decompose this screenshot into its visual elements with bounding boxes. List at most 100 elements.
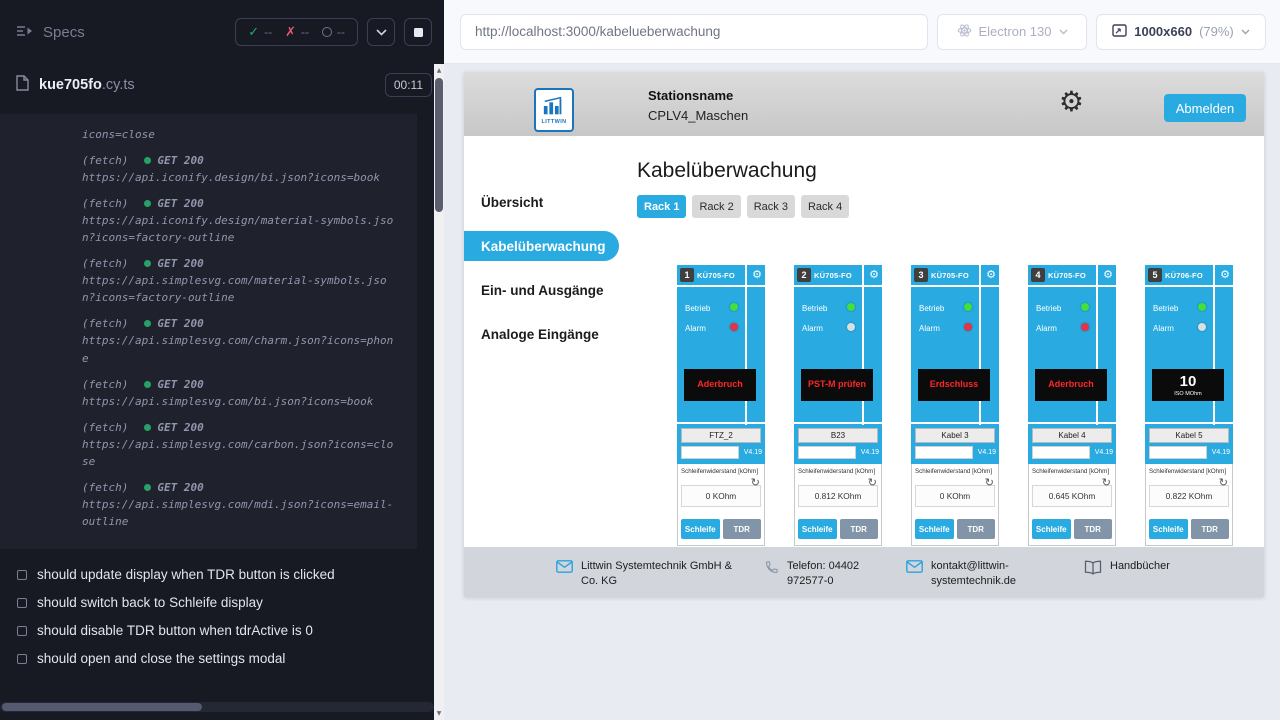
footer-manuals-text: Handbücher (1110, 559, 1170, 575)
station-name: CPLV4_Maschen (648, 108, 748, 123)
device-model: KÜ705-FO (931, 271, 969, 280)
resistance-value: 0.822 KOhm (1149, 485, 1229, 507)
application-under-test: LITTWIN Stationsname CPLV4_Maschen ⚙ Abm… (464, 72, 1264, 597)
stop-button[interactable] (404, 18, 432, 46)
slot-number: 1 (680, 268, 694, 282)
divider (1145, 285, 1233, 287)
schleife-button[interactable]: Schleife (798, 519, 837, 539)
test-item[interactable]: should update display when TDR button is… (0, 561, 444, 589)
spec-file-row[interactable]: kue705fo.cy.ts 00:11 (0, 64, 444, 106)
schleife-button[interactable]: Schleife (681, 519, 720, 539)
device-gear-icon[interactable]: ⚙ (869, 269, 879, 280)
measurement-panel: Schleifenwiderstand [kOhm] ↻ 0 KOhm Schl… (911, 464, 999, 546)
log-entry[interactable]: (fetch)GET 200 https://api.iconify.desig… (82, 152, 407, 186)
device-gear-icon[interactable]: ⚙ (1103, 269, 1113, 280)
refresh-icon[interactable]: ↻ (868, 477, 877, 488)
slot-number: 5 (1148, 268, 1162, 282)
tdr-button[interactable]: TDR (957, 519, 996, 539)
spec-timer: 00:11 (385, 73, 432, 97)
test-box-icon (17, 570, 27, 580)
sidebar-item-analoge-eingaenge[interactable]: Analoge Eingänge (464, 319, 619, 349)
tab-rack-4[interactable]: Rack 4 (801, 195, 849, 218)
refresh-icon[interactable]: ↻ (985, 477, 994, 488)
schleife-button[interactable]: Schleife (1032, 519, 1071, 539)
tdr-button[interactable]: TDR (1074, 519, 1113, 539)
tab-rack-1[interactable]: Rack 1 (637, 195, 686, 218)
device-cards: 1 KÜ705-FO ⚙ Betrieb Alarm Aderbruch FTZ… (677, 265, 1264, 546)
test-item[interactable]: should open and close the settings modal (0, 645, 444, 673)
alarm-led (964, 323, 972, 331)
schleife-button[interactable]: Schleife (1149, 519, 1188, 539)
log-entry[interactable]: (fetch)GET 200 https://api.simplesvg.com… (82, 315, 407, 366)
divider (1028, 285, 1116, 287)
sidebar-item-uebersicht[interactable]: Übersicht (464, 187, 619, 217)
device-gear-icon[interactable]: ⚙ (1220, 269, 1230, 280)
divider (1145, 422, 1233, 424)
status-display: 10 ISO MOhm (1152, 369, 1224, 401)
refresh-icon[interactable]: ↻ (1102, 477, 1111, 488)
collapse-button[interactable] (367, 18, 395, 46)
tab-rack-2[interactable]: Rack 2 (692, 195, 740, 218)
refresh-icon[interactable]: ↻ (1219, 477, 1228, 488)
divider (794, 285, 882, 287)
tab-rack-3[interactable]: Rack 3 (747, 195, 795, 218)
success-dot-icon (144, 200, 151, 207)
firmware-version: V4.19 (1212, 449, 1230, 456)
vertical-scrollbar[interactable]: ▲ ▼ (434, 64, 444, 720)
betrieb-label: Betrieb (802, 304, 827, 313)
betrieb-led (847, 303, 855, 311)
device-gear-icon[interactable]: ⚙ (752, 269, 762, 280)
footer-company: Littwin Systemtechnik GmbH & Co. KG (556, 559, 752, 589)
email-icon (556, 560, 573, 573)
success-dot-icon (144, 260, 151, 267)
specs-label: Specs (43, 24, 85, 41)
scroll-up-arrow[interactable]: ▲ (434, 67, 444, 74)
divider (677, 422, 765, 424)
device-front: 2 KÜ705-FO ⚙ Betrieb Alarm PST-M prüfen … (794, 265, 882, 464)
footer-manuals[interactable]: Handbücher (1084, 559, 1214, 575)
resistance-value: 0.812 KOhm (798, 485, 878, 507)
log-entry[interactable]: (fetch)GET 200 https://api.simplesvg.com… (82, 255, 407, 306)
measurement-panel: Schleifenwiderstand [kOhm] ↻ 0.812 KOhm … (794, 464, 882, 546)
pending-stat: -- (322, 25, 345, 39)
slot-number: 2 (797, 268, 811, 282)
status-text: PST-M prüfen (808, 379, 866, 389)
device-gear-icon[interactable]: ⚙ (986, 269, 996, 280)
sidebar-item-ein-und-ausgaenge[interactable]: Ein- und Ausgänge (464, 275, 619, 305)
alarm-label: Alarm (1036, 324, 1057, 333)
logout-button[interactable]: Abmelden (1164, 94, 1246, 122)
sidebar-item-kabelueberwachung[interactable]: Kabelüberwachung (464, 231, 619, 261)
refresh-icon[interactable]: ↻ (751, 477, 760, 488)
browser-selector[interactable]: Electron 130 (937, 14, 1087, 50)
horizontal-scrollbar[interactable] (0, 702, 434, 712)
viewport-selector[interactable]: 1000x660 (79%) (1096, 14, 1266, 50)
test-stats: ✓-- ✗-- -- (235, 18, 358, 46)
tdr-button[interactable]: TDR (1191, 519, 1230, 539)
scrollbar-thumb[interactable] (2, 703, 202, 711)
resistance-value: 0 KOhm (915, 485, 995, 507)
url-bar[interactable]: http://localhost:3000/kabelueberwachung (460, 14, 928, 50)
log-entry[interactable]: (fetch)GET 200 https://api.simplesvg.com… (82, 376, 407, 410)
status-text: 10 (1180, 373, 1197, 390)
settings-gear-icon[interactable]: ⚙ (1059, 88, 1084, 116)
device-card: 1 KÜ705-FO ⚙ Betrieb Alarm Aderbruch FTZ… (677, 265, 765, 546)
device-model: KÜ705-FO (1048, 271, 1086, 280)
betrieb-led (1081, 303, 1089, 311)
status-display: PST-M prüfen (801, 369, 873, 401)
specs-toggle[interactable]: Specs (16, 24, 226, 41)
log-entry[interactable]: (fetch)GET 200 https://api.iconify.desig… (82, 195, 407, 246)
tdr-button[interactable]: TDR (723, 519, 762, 539)
resistance-value: 0.645 KOhm (1032, 485, 1112, 507)
tdr-button[interactable]: TDR (840, 519, 879, 539)
scrollbar-thumb[interactable] (435, 78, 443, 212)
test-item[interactable]: should switch back to Schleife display (0, 589, 444, 617)
test-box-icon (17, 598, 27, 608)
test-item[interactable]: should disable TDR button when tdrActive… (0, 617, 444, 645)
pending-count: -- (337, 25, 345, 39)
schleife-button[interactable]: Schleife (915, 519, 954, 539)
log-entry[interactable]: (fetch)GET 200 https://api.simplesvg.com… (82, 479, 407, 530)
log-entry[interactable]: (fetch)GET 200 https://api.simplesvg.com… (82, 419, 407, 470)
scroll-down-arrow[interactable]: ▼ (434, 710, 444, 717)
device-card: 5 KÜ706-FO ⚙ Betrieb Alarm 10 ISO MOhm K… (1145, 265, 1233, 546)
chevron-down-icon (376, 29, 387, 36)
